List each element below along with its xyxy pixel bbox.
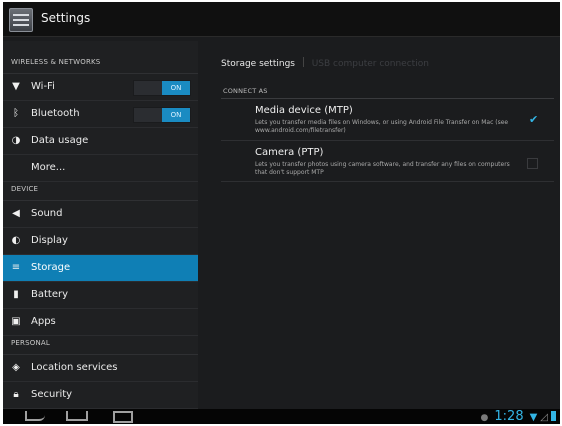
pref-description: Lets you transfer photos using camera so… bbox=[255, 161, 510, 176]
storage-icon: ≡ bbox=[11, 262, 21, 273]
app-title: Settings bbox=[41, 11, 91, 25]
section-wireless-networks: WIRELESS & NETWORKS bbox=[3, 55, 198, 74]
status-area[interactable]: ● 1:28 ▼ ◿ bbox=[481, 409, 556, 424]
tablet-screen: Settings WIRELESS & NETWORKS ▼ Wi-Fi ON … bbox=[3, 2, 560, 424]
section-label: WIRELESS & NETWORKS bbox=[11, 58, 101, 66]
settings-app-icon[interactable] bbox=[9, 8, 33, 32]
location-icon: ◈ bbox=[12, 362, 20, 373]
sidebar-item-location-services[interactable]: ◈ Location services bbox=[3, 355, 198, 382]
sidebar-item-data-usage[interactable]: ◑ Data usage bbox=[3, 128, 198, 155]
pref-title: Camera (PTP) bbox=[255, 147, 324, 158]
section-device: DEVICE bbox=[3, 182, 198, 201]
section-label: DEVICE bbox=[11, 185, 39, 193]
bluetooth-icon: ᛒ bbox=[13, 108, 19, 119]
battery-icon: ▮ bbox=[13, 289, 19, 300]
storage-detail-pane: Storage settings USB computer connection… bbox=[202, 41, 560, 409]
data-usage-icon: ◑ bbox=[11, 135, 21, 146]
sidebar-item-label: Data usage bbox=[31, 135, 89, 146]
wifi-icon: ▼ bbox=[12, 81, 20, 92]
recent-apps-icon[interactable] bbox=[113, 411, 133, 423]
storage-tabs: Storage settings USB computer connection bbox=[221, 57, 429, 69]
sidebar-item-apps[interactable]: ▣ Apps bbox=[3, 309, 198, 336]
section-personal: PERSONAL bbox=[3, 336, 198, 355]
sidebar-item-storage[interactable]: ≡ Storage bbox=[3, 255, 198, 282]
sidebar-item-display[interactable]: ◐ Display bbox=[3, 228, 198, 255]
sidebar-item-label: Location services bbox=[31, 362, 118, 373]
sidebar-item-label: More... bbox=[31, 162, 66, 173]
system-nav-bar: ● 1:28 ▼ ◿ bbox=[3, 409, 560, 424]
section-label: PERSONAL bbox=[11, 339, 50, 347]
sidebar-item-bluetooth[interactable]: ᛒ Bluetooth ON bbox=[3, 101, 198, 128]
speaker-icon: ◀ bbox=[12, 208, 20, 219]
wifi-status-icon: ▼ bbox=[529, 412, 538, 423]
sidebar-item-more[interactable]: More... bbox=[3, 155, 198, 182]
signal-icon: ◿ bbox=[540, 412, 548, 423]
pref-title: Media device (MTP) bbox=[255, 105, 353, 116]
settings-sidebar: WIRELESS & NETWORKS ▼ Wi-Fi ON ᛒ Bluetoo… bbox=[3, 41, 198, 409]
sidebar-item-label: Wi-Fi bbox=[31, 81, 55, 92]
wifi-toggle[interactable]: ON bbox=[133, 80, 191, 96]
tab-usb-computer-connection[interactable]: USB computer connection bbox=[312, 59, 429, 69]
mtp-checkbox[interactable]: ✔ bbox=[529, 114, 538, 125]
sidebar-item-battery[interactable]: ▮ Battery bbox=[3, 282, 198, 309]
notification-icon: ● bbox=[480, 413, 489, 423]
connect-as-header: CONNECT AS bbox=[221, 83, 554, 99]
display-icon: ◐ bbox=[11, 235, 21, 246]
sidebar-item-label: Sound bbox=[31, 208, 63, 219]
pref-camera-ptp[interactable]: Camera (PTP) Lets you transfer photos us… bbox=[221, 144, 554, 182]
sidebar-item-label: Apps bbox=[31, 316, 56, 327]
back-icon[interactable] bbox=[25, 411, 45, 421]
home-icon[interactable] bbox=[66, 411, 88, 421]
lock-icon: 🔒︎ bbox=[13, 389, 19, 400]
sidebar-item-label: Bluetooth bbox=[31, 108, 80, 119]
clock: 1:28 bbox=[494, 409, 524, 424]
battery-status-icon bbox=[551, 411, 556, 421]
tab-divider bbox=[302, 57, 304, 67]
pref-description: Lets you transfer media files on Windows… bbox=[255, 119, 509, 134]
toggle-state: ON bbox=[162, 81, 190, 95]
section-label: CONNECT AS bbox=[223, 87, 268, 95]
sidebar-item-label: Storage bbox=[31, 262, 71, 273]
tab-storage-settings[interactable]: Storage settings bbox=[221, 59, 295, 69]
sidebar-item-sound[interactable]: ◀ Sound bbox=[3, 201, 198, 228]
apps-icon: ▣ bbox=[11, 316, 21, 327]
pref-media-device-mtp[interactable]: Media device (MTP) Lets you transfer med… bbox=[221, 102, 554, 141]
sidebar-item-wifi[interactable]: ▼ Wi-Fi ON bbox=[3, 74, 198, 101]
sidebar-item-label: Display bbox=[31, 235, 68, 246]
sidebar-item-label: Battery bbox=[31, 289, 69, 300]
bluetooth-toggle[interactable]: ON bbox=[133, 107, 191, 123]
toggle-state: ON bbox=[162, 108, 190, 122]
sidebar-item-security[interactable]: 🔒︎ Security bbox=[3, 382, 198, 409]
sidebar-item-label: Security bbox=[31, 389, 73, 400]
ptp-checkbox[interactable] bbox=[527, 158, 538, 169]
action-bar: Settings bbox=[3, 2, 560, 37]
